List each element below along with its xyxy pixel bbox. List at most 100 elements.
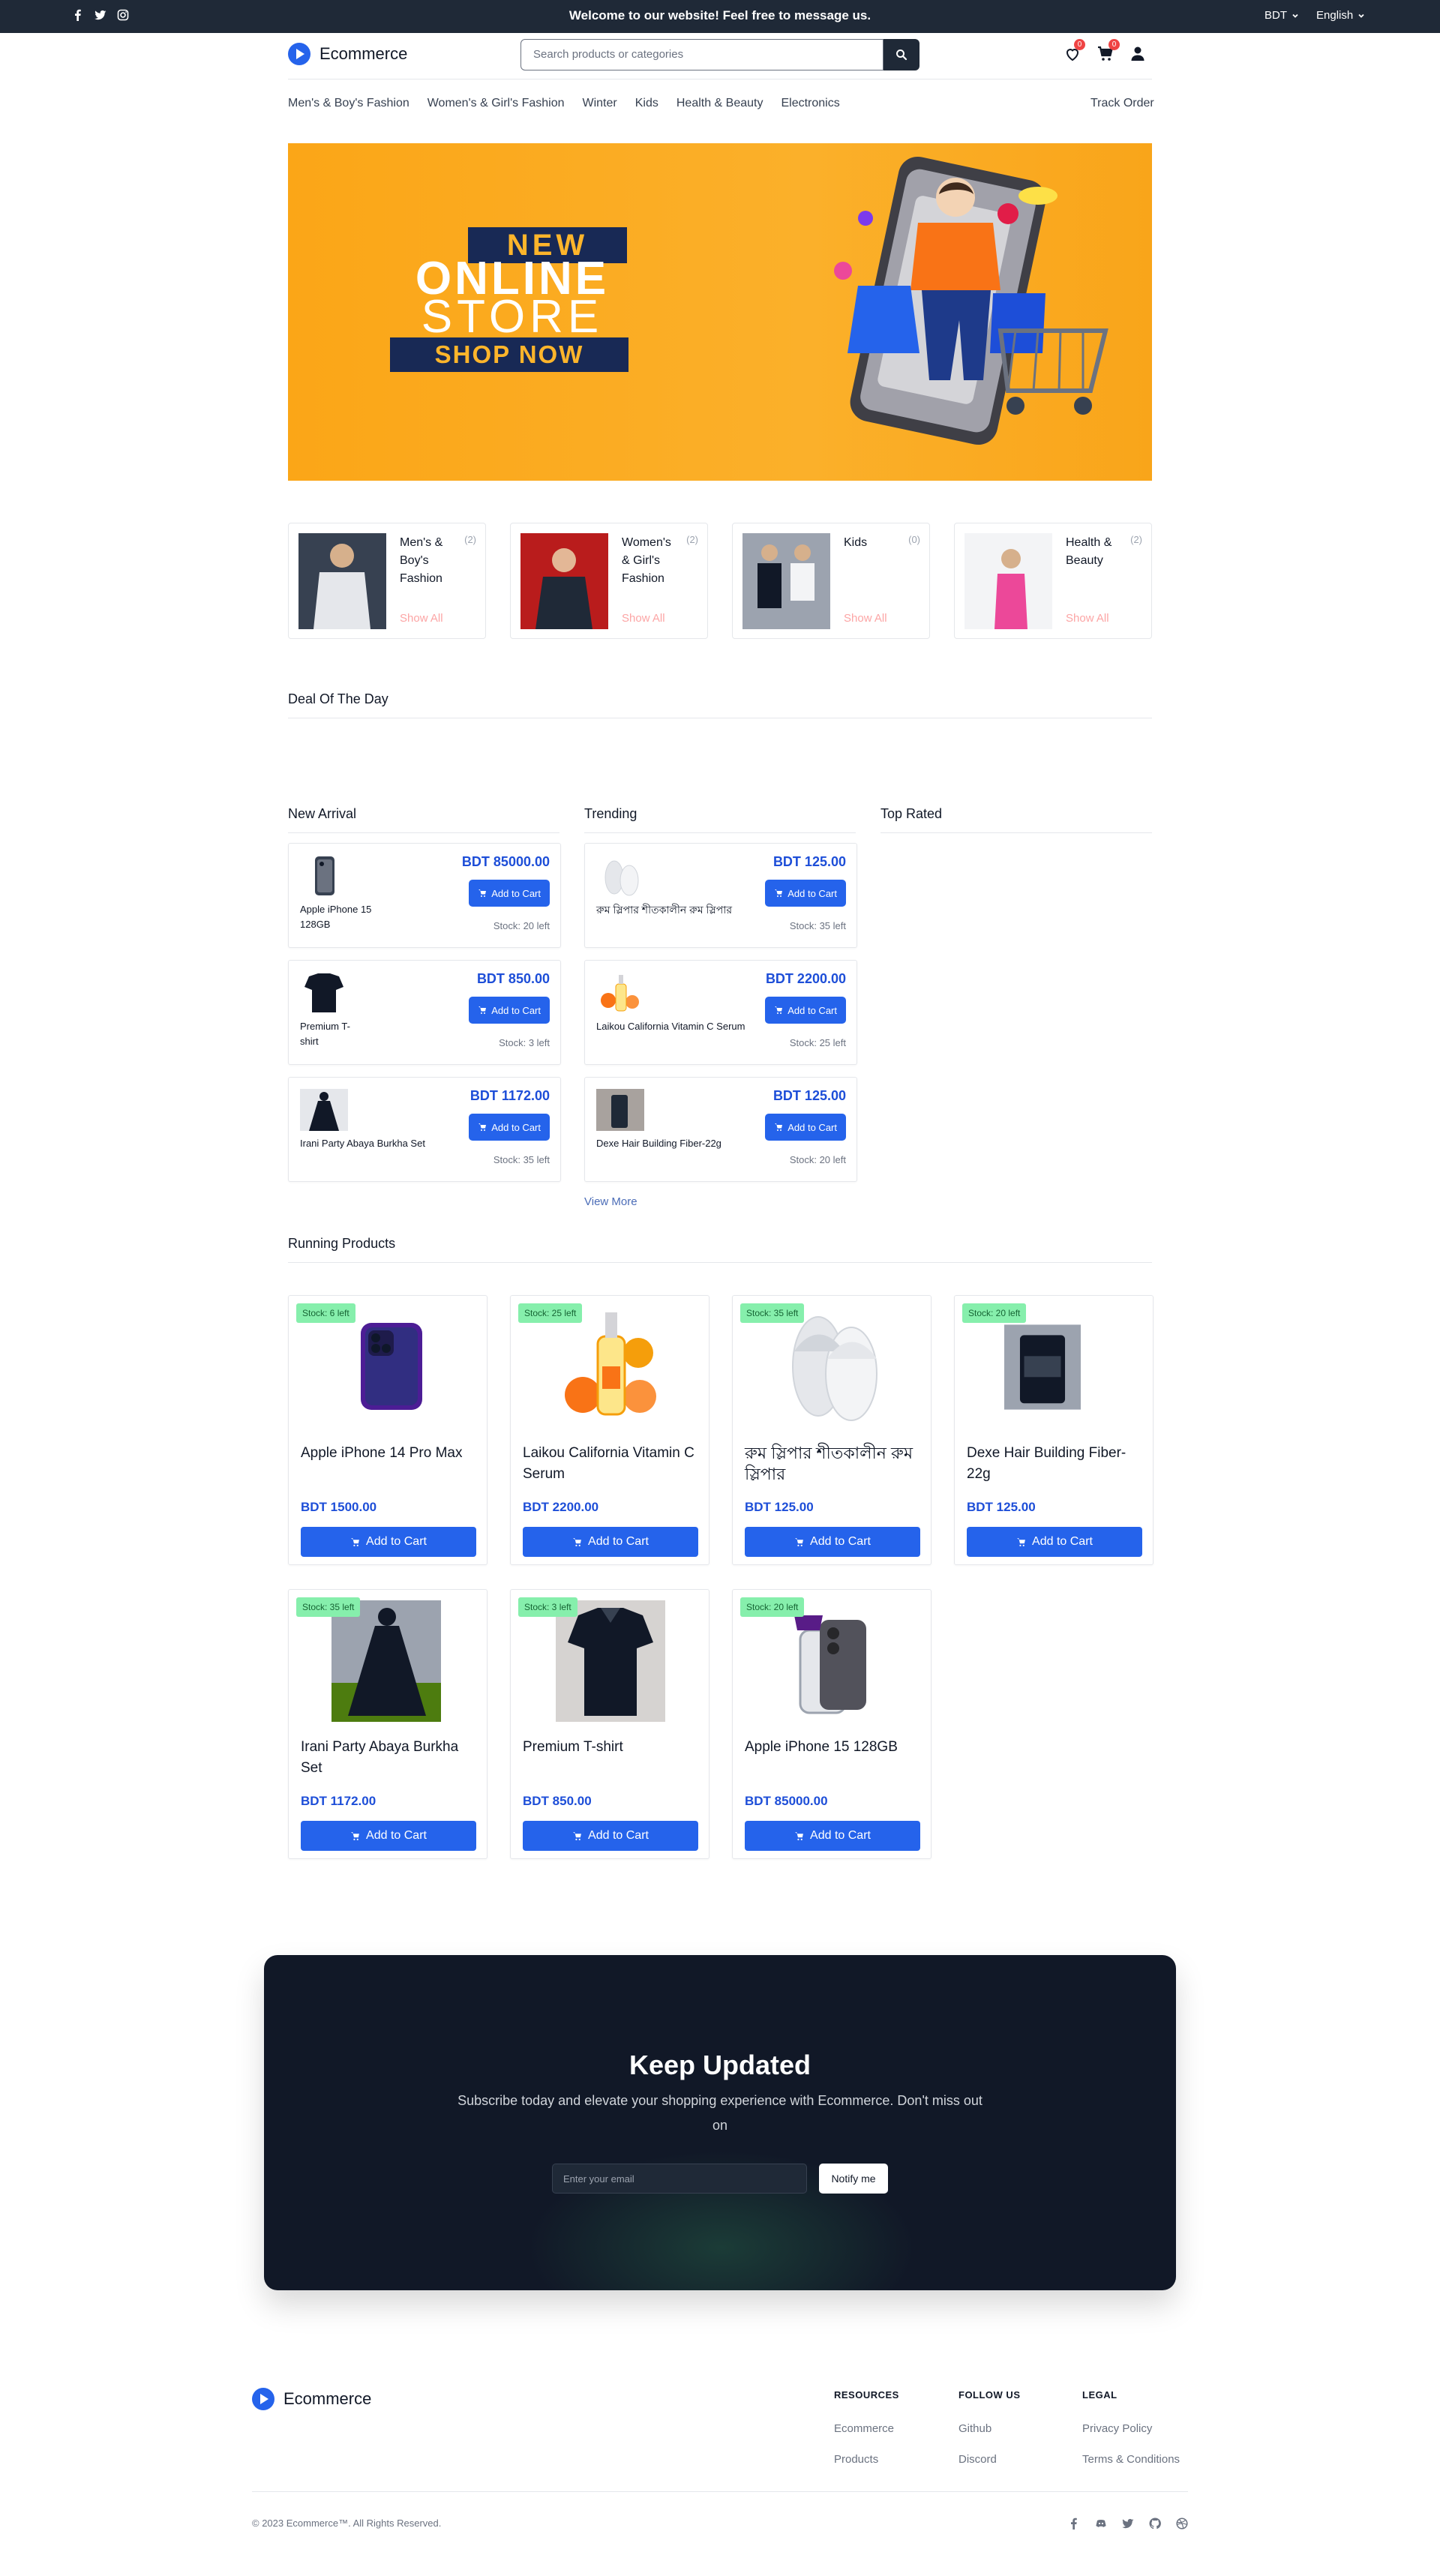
running-product-card[interactable]: Stock: 25 left Laikou California Vitamin…	[510, 1295, 710, 1565]
category-show-all-link[interactable]: Show All	[400, 612, 443, 625]
product-name[interactable]: Premium T-shirt	[300, 1019, 368, 1049]
serum-icon	[601, 975, 639, 1012]
product-name[interactable]: Dexe Hair Building Fiber-22g	[596, 1136, 724, 1151]
product-name[interactable]: Premium T-shirt	[523, 1737, 700, 1758]
category-show-all-link[interactable]: Show All	[622, 612, 665, 625]
newsletter-email-input[interactable]: Enter your email	[552, 2164, 807, 2194]
cart-icon	[573, 1537, 581, 1546]
twitter-icon[interactable]	[1122, 2518, 1134, 2530]
product-card[interactable]: রুম স্লিপার শীতকালীন রুম স্লিপার BDT 125…	[584, 843, 857, 948]
running-product-card[interactable]: Stock: 3 left Premium T-shirt BDT 850.00…	[510, 1589, 710, 1859]
nav-item-kids[interactable]: Kids	[635, 97, 658, 110]
stock-badge: Stock: 20 left	[962, 1303, 1027, 1323]
discord-icon[interactable]	[1095, 2518, 1107, 2530]
github-icon[interactable]	[1149, 2518, 1161, 2530]
add-to-cart-button[interactable]: Add to Cart	[301, 1527, 476, 1557]
cart-button[interactable]: 0	[1096, 39, 1120, 64]
stock-badge: Stock: 35 left	[740, 1303, 805, 1323]
notify-me-button[interactable]: Notify me	[819, 2164, 888, 2194]
add-to-cart-button[interactable]: Add to Cart	[765, 997, 846, 1024]
facebook-icon[interactable]	[1068, 2518, 1080, 2530]
running-product-card[interactable]: Stock: 35 left Irani Party Abaya Burkha …	[288, 1589, 488, 1859]
add-to-cart-button[interactable]: Add to Cart	[469, 880, 550, 907]
footer-link-ecommerce[interactable]: Ecommerce	[834, 2422, 894, 2435]
nav-item-electronics[interactable]: Electronics	[781, 97, 839, 110]
footer-link-discord[interactable]: Discord	[958, 2453, 997, 2466]
category-show-all-link[interactable]: Show All	[844, 612, 887, 625]
product-name[interactable]: Irani Party Abaya Burkha Set	[300, 1136, 428, 1151]
product-name[interactable]: Dexe Hair Building Fiber-22g	[967, 1443, 1144, 1485]
account-button[interactable]	[1130, 45, 1149, 64]
nav-item-womens-fashion[interactable]: Women's & Girl's Fashion	[428, 97, 565, 110]
running-product-card[interactable]: Stock: 20 left Apple iPhone 15 128GB BDT…	[732, 1589, 932, 1859]
add-to-cart-label: Add to Cart	[366, 1535, 427, 1548]
add-to-cart-label: Add to Cart	[788, 887, 837, 899]
wishlist-button[interactable]: 0	[1064, 39, 1085, 64]
add-to-cart-button[interactable]: Add to Cart	[469, 1114, 550, 1141]
footer-link-terms[interactable]: Terms & Conditions	[1082, 2453, 1180, 2466]
add-to-cart-button[interactable]: Add to Cart	[745, 1821, 920, 1851]
footer-link-privacy[interactable]: Privacy Policy	[1082, 2422, 1152, 2435]
category-card-health-beauty[interactable]: Health & Beauty (2) Show All	[954, 523, 1152, 639]
add-to-cart-button[interactable]: Add to Cart	[469, 997, 550, 1024]
product-price: BDT 850.00	[523, 1794, 592, 1808]
search-input[interactable]: Search products or categories	[520, 39, 884, 70]
footer-follow-title: FOLLOW US	[958, 2389, 1021, 2401]
add-to-cart-button[interactable]: Add to Cart	[765, 880, 846, 907]
hero-banner[interactable]: NEW ONLINE STORE SHOP NOW	[288, 143, 1152, 481]
add-to-cart-button[interactable]: Add to Cart	[301, 1821, 476, 1851]
footer-brand-logo[interactable]: Ecommerce	[252, 2388, 371, 2410]
add-to-cart-button[interactable]: Add to Cart	[967, 1527, 1142, 1557]
search-button[interactable]	[884, 39, 920, 70]
category-show-all-link[interactable]: Show All	[1066, 612, 1109, 625]
add-to-cart-button[interactable]: Add to Cart	[523, 1527, 698, 1557]
trending-heading: Trending	[584, 806, 638, 821]
add-to-cart-button[interactable]: Add to Cart	[765, 1114, 846, 1141]
product-card[interactable]: Irani Party Abaya Burkha Set BDT 1172.00…	[288, 1077, 561, 1182]
banner-shop-now: SHOP NOW	[390, 337, 628, 372]
product-card[interactable]: Dexe Hair Building Fiber-22g BDT 125.00 …	[584, 1077, 857, 1182]
view-more-link[interactable]: View More	[584, 1195, 638, 1208]
running-product-card[interactable]: Stock: 6 left Apple iPhone 14 Pro Max BD…	[288, 1295, 488, 1565]
product-name[interactable]: Irani Party Abaya Burkha Set	[301, 1737, 478, 1779]
product-price: BDT 850.00	[476, 971, 550, 986]
brand-logo[interactable]: Ecommerce	[288, 43, 438, 65]
product-name[interactable]: রুম স্লিপার শীতকালীন রুম স্লিপার	[745, 1443, 922, 1485]
product-stock: Stock: 35 left	[493, 1154, 550, 1165]
nav-item-winter[interactable]: Winter	[583, 97, 617, 110]
product-name[interactable]: Apple iPhone 14 Pro Max	[301, 1443, 478, 1464]
product-card[interactable]: Apple iPhone 15 128GB BDT 85000.00 Add t…	[288, 843, 561, 948]
footer-legal-title: LEGAL	[1082, 2389, 1118, 2401]
deal-of-day-heading: Deal Of The Day	[288, 691, 388, 706]
add-to-cart-button[interactable]: Add to Cart	[523, 1821, 698, 1851]
footer-link-github[interactable]: Github	[958, 2422, 992, 2435]
dribbble-icon[interactable]	[1176, 2518, 1188, 2530]
newsletter-title: Keep Updated	[628, 2050, 812, 2080]
serum-icon	[565, 1312, 656, 1416]
product-name[interactable]: Laikou California Vitamin C Serum	[596, 1019, 746, 1034]
phone-icon	[315, 856, 334, 895]
add-to-cart-button[interactable]: Add to Cart	[745, 1527, 920, 1557]
category-card-mens[interactable]: Men's & Boy's Fashion (2) Show All	[288, 523, 486, 639]
track-order-link[interactable]: Track Order	[1090, 97, 1154, 110]
product-name[interactable]: Laikou California Vitamin C Serum	[523, 1443, 700, 1485]
product-name[interactable]: Apple iPhone 15 128GB	[300, 902, 398, 932]
product-name[interactable]: Apple iPhone 15 128GB	[745, 1737, 922, 1758]
category-name: Women's & Girl's Fashion	[622, 536, 671, 585]
product-card[interactable]: Premium T-shirt BDT 850.00 Add to Cart S…	[288, 960, 561, 1065]
category-card-kids[interactable]: Kids (0) Show All	[732, 523, 930, 639]
running-product-card[interactable]: Stock: 20 left Dexe Hair Building Fiber-…	[954, 1295, 1154, 1565]
category-card-womens[interactable]: Women's & Girl's Fashion (2) Show All	[510, 523, 708, 639]
chevron-down-icon	[1292, 13, 1298, 18]
nav-item-mens-fashion[interactable]: Men's & Boy's Fashion	[288, 97, 410, 110]
welcome-message: Welcome to our website! Feel free to mes…	[568, 8, 872, 22]
language-select[interactable]: English	[1316, 9, 1365, 22]
product-card[interactable]: Laikou California Vitamin C Serum BDT 22…	[584, 960, 857, 1065]
product-name[interactable]: রুম স্লিপার শীতকালীন রুম স্লিপার	[596, 902, 739, 917]
footer-link-products[interactable]: Products	[834, 2453, 878, 2466]
nav-item-health-beauty[interactable]: Health & Beauty	[676, 97, 764, 110]
running-product-card[interactable]: Stock: 35 left রুম স্লিপার শীতকালীন রুম …	[732, 1295, 932, 1565]
currency-select[interactable]: BDT	[1264, 9, 1299, 22]
slipper-icon	[604, 860, 639, 896]
footer-divider	[252, 2491, 1188, 2492]
